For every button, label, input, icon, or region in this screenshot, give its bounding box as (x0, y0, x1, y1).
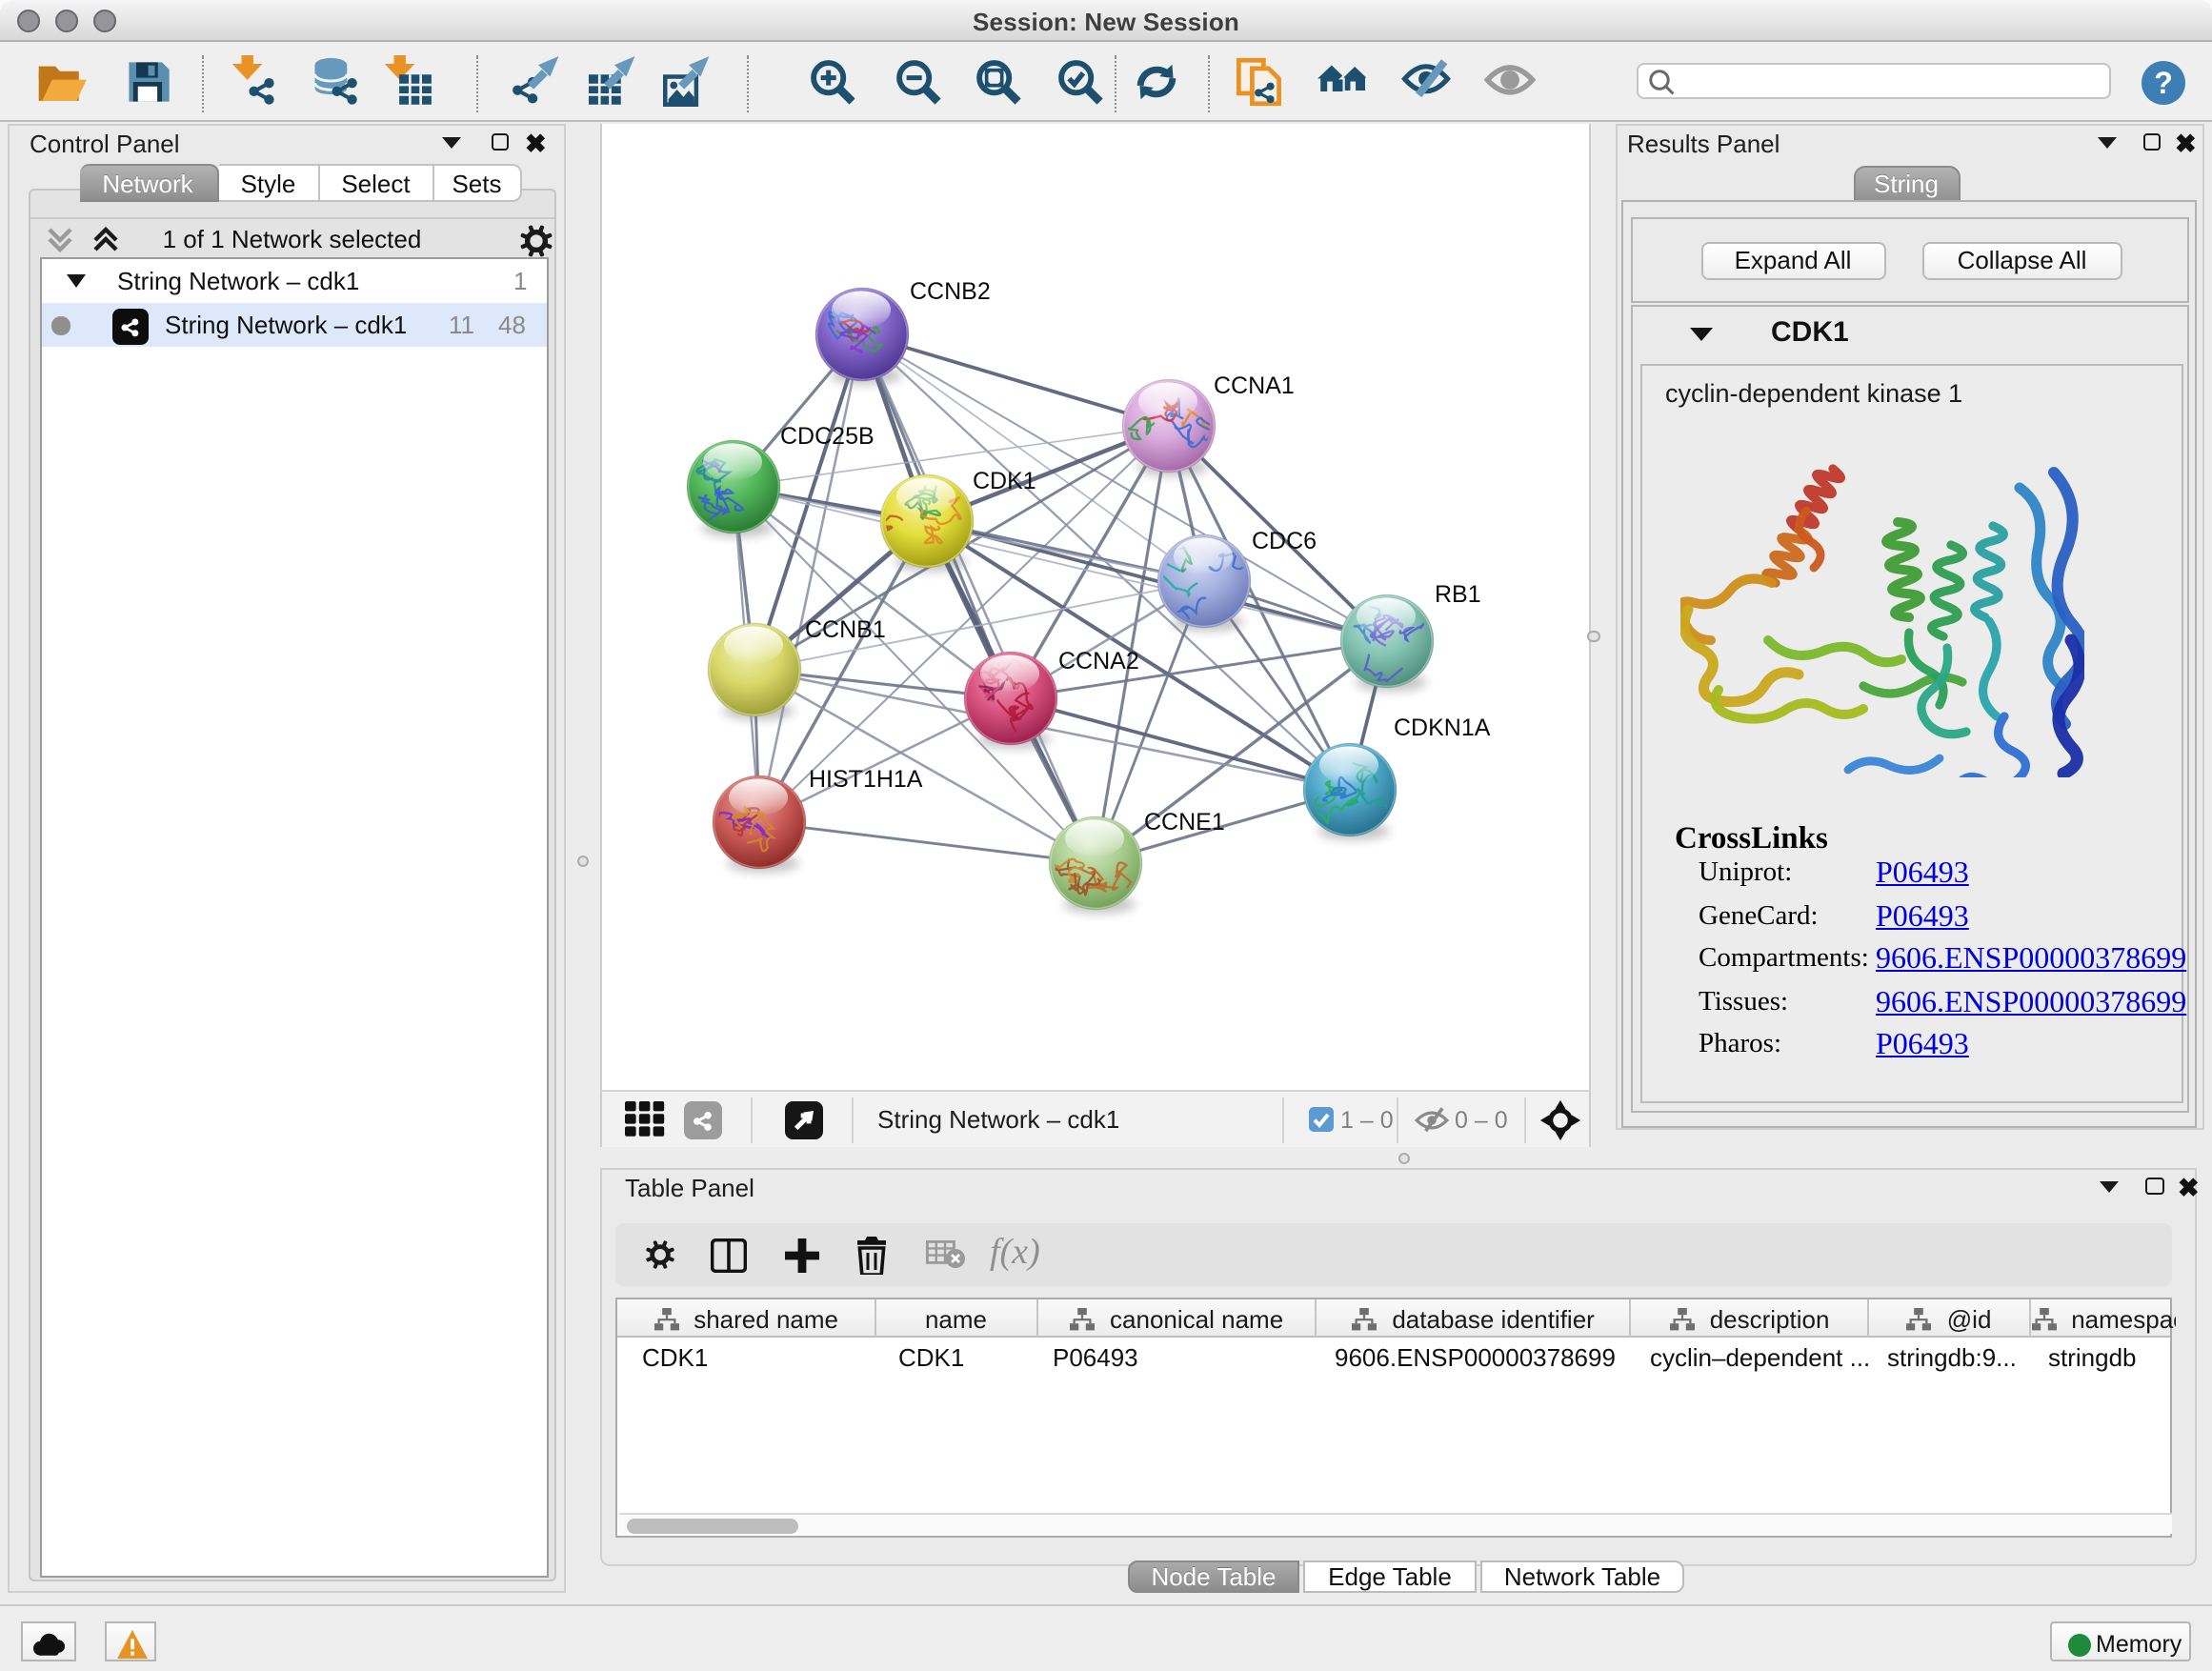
svg-text:?: ? (2153, 66, 2172, 100)
svg-text:CDKN1A: CDKN1A (1393, 714, 1490, 740)
svg-text:RB1: RB1 (1434, 580, 1480, 607)
svg-text:CDC6: CDC6 (1251, 527, 1316, 554)
svg-text:CCNB2: CCNB2 (909, 277, 990, 304)
svg-text:CCNA1: CCNA1 (1213, 372, 1294, 398)
svg-text:HIST1H1A: HIST1H1A (808, 765, 922, 792)
svg-text:CCNA2: CCNA2 (1057, 647, 1138, 674)
svg-text:CDC25B: CDC25B (779, 422, 874, 449)
svg-text:CCNE1: CCNE1 (1143, 808, 1224, 835)
svg-text:CDK1: CDK1 (972, 467, 1036, 493)
svg-text:CCNB1: CCNB1 (804, 615, 885, 642)
